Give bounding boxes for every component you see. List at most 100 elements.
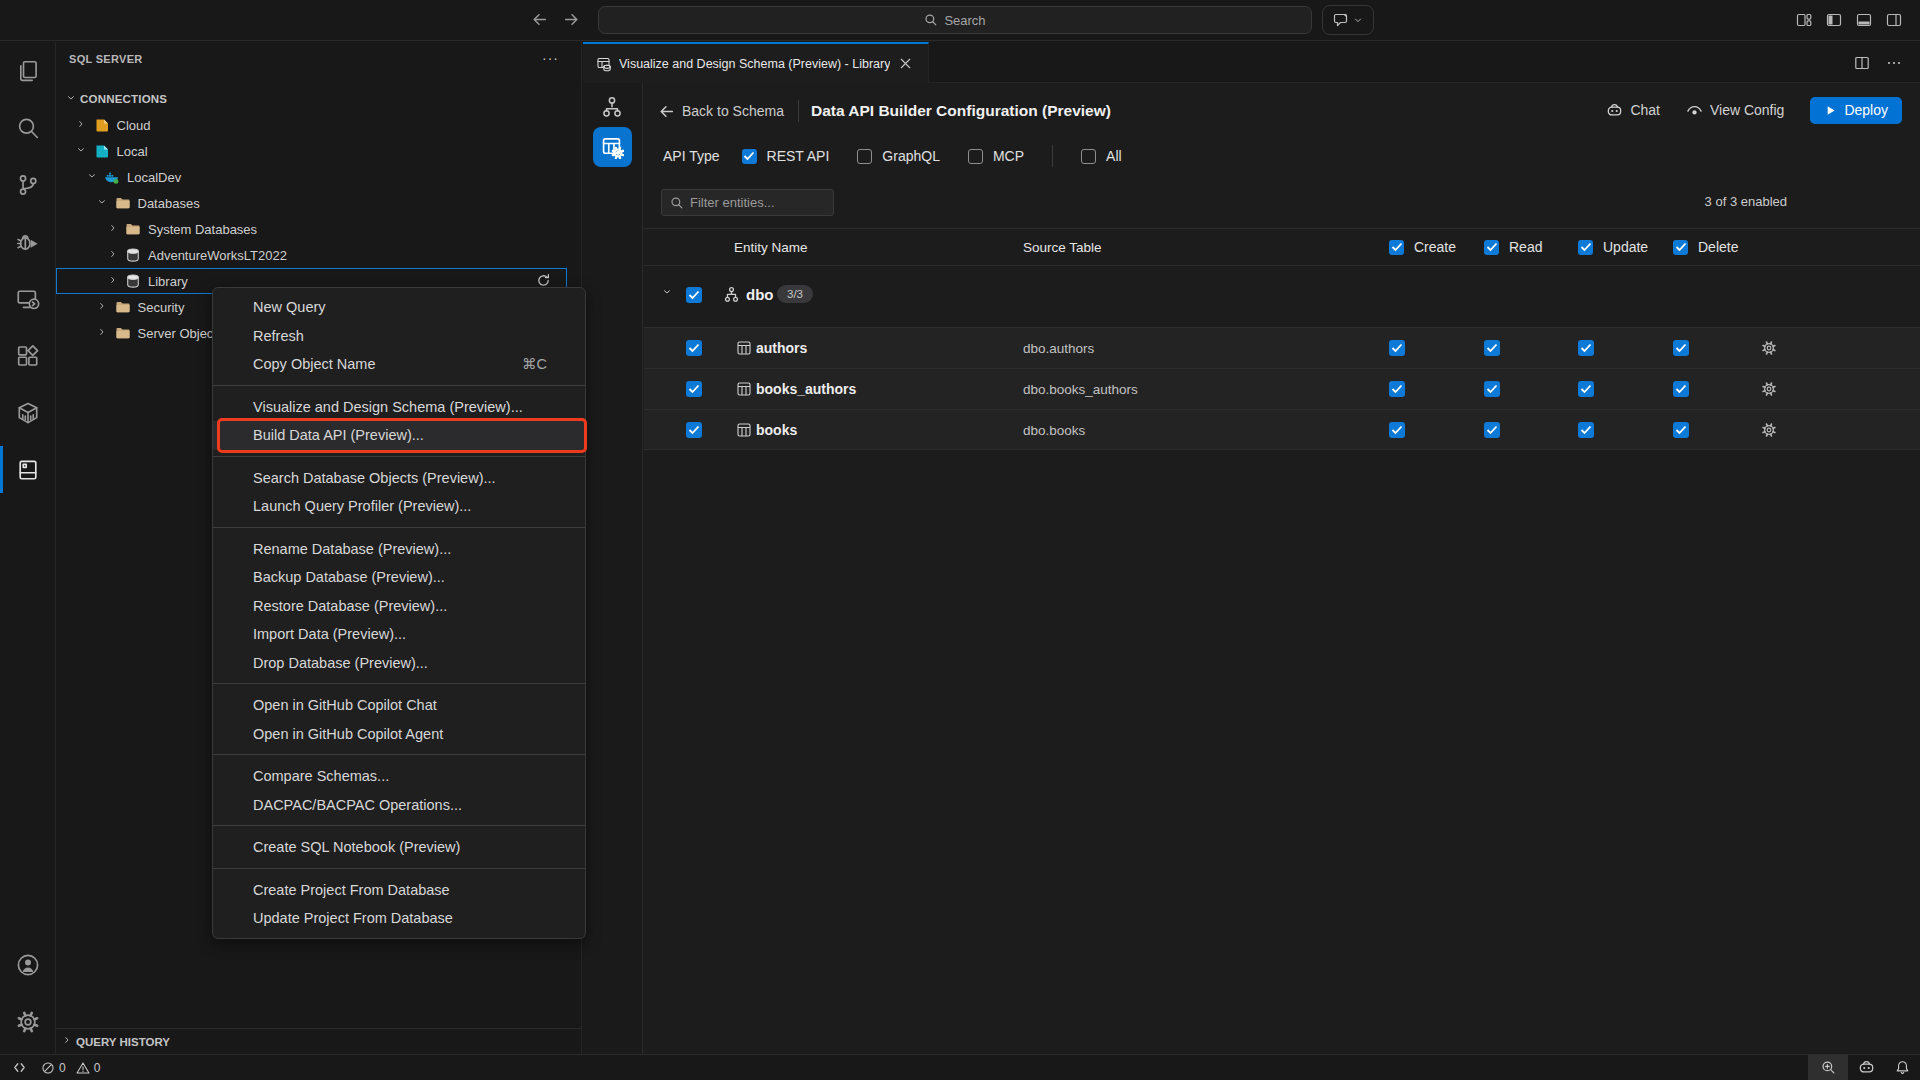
menu-item-compare-schemas[interactable]: Compare Schemas... bbox=[213, 762, 585, 791]
toggle-panel-icon[interactable] bbox=[1856, 12, 1872, 28]
activity-files[interactable] bbox=[0, 42, 55, 99]
view-config-button[interactable]: View Config bbox=[1686, 102, 1784, 119]
entity-row-authors[interactable]: authorsdbo.authors bbox=[644, 327, 1920, 368]
schema-diagram-icon[interactable] bbox=[601, 96, 623, 118]
activity-run-debug[interactable] bbox=[0, 213, 55, 270]
copilot-chat-button[interactable] bbox=[1322, 5, 1374, 35]
checkbox[interactable] bbox=[1578, 422, 1594, 438]
checkbox[interactable] bbox=[1673, 422, 1689, 438]
remote-indicator-icon[interactable] bbox=[12, 1060, 27, 1075]
chevron-down-icon[interactable] bbox=[663, 288, 674, 299]
tab-visualize-design-schema[interactable]: Visualize and Design Schema (Preview) - … bbox=[583, 42, 929, 83]
tree-item-databases[interactable]: Databases bbox=[56, 190, 581, 216]
menu-item-open-in-github-copilot-agent[interactable]: Open in GitHub Copilot Agent bbox=[213, 720, 585, 749]
activity-settings-gear[interactable] bbox=[0, 993, 55, 1050]
row-settings-icon[interactable] bbox=[1761, 340, 1777, 356]
activity-extensions[interactable] bbox=[0, 327, 55, 384]
checkbox[interactable] bbox=[1389, 240, 1404, 255]
tree-item-system-databases[interactable]: System Databases bbox=[56, 216, 581, 242]
api-type-option-all[interactable]: All bbox=[1081, 148, 1122, 164]
checkbox[interactable] bbox=[1389, 340, 1405, 356]
checkbox[interactable] bbox=[1578, 340, 1594, 356]
checkbox[interactable] bbox=[857, 149, 872, 164]
toggle-sidebar-icon[interactable] bbox=[1826, 12, 1842, 28]
checkbox[interactable] bbox=[1673, 381, 1689, 397]
activity-sql-server[interactable] bbox=[0, 441, 55, 498]
tab-close-icon[interactable] bbox=[898, 56, 913, 71]
activity-search[interactable] bbox=[0, 99, 55, 156]
chat-button[interactable]: Chat bbox=[1606, 102, 1660, 119]
checkbox[interactable] bbox=[1673, 240, 1688, 255]
activity-source-control[interactable] bbox=[0, 156, 55, 213]
menu-item-create-sql-notebook-preview[interactable]: Create SQL Notebook (Preview) bbox=[213, 833, 585, 862]
menu-item-refresh[interactable]: Refresh bbox=[213, 322, 585, 351]
checkbox[interactable] bbox=[1081, 149, 1096, 164]
notifications-bell[interactable] bbox=[1884, 1055, 1920, 1080]
activity-containers[interactable] bbox=[0, 384, 55, 441]
checkbox[interactable] bbox=[1578, 240, 1593, 255]
checkbox[interactable] bbox=[1578, 381, 1594, 397]
row-settings-icon[interactable] bbox=[1761, 381, 1777, 397]
checkbox[interactable] bbox=[686, 340, 702, 356]
menu-item-create-project-from-database[interactable]: Create Project From Database bbox=[213, 876, 585, 905]
toggle-secondary-sidebar-icon[interactable] bbox=[1886, 12, 1902, 28]
menu-item-launch-query-profiler-preview[interactable]: Launch Query Profiler (Preview)... bbox=[213, 492, 585, 521]
menu-item-open-in-github-copilot-chat[interactable]: Open in GitHub Copilot Chat bbox=[213, 691, 585, 720]
api-type-option-graphql[interactable]: GraphQL bbox=[857, 148, 940, 164]
query-history-section[interactable]: QUERY HISTORY bbox=[56, 1028, 581, 1054]
group-checkbox[interactable] bbox=[686, 287, 702, 303]
menu-item-rename-database-preview[interactable]: Rename Database (Preview)... bbox=[213, 535, 585, 564]
menu-item-backup-database-preview[interactable]: Backup Database (Preview)... bbox=[213, 563, 585, 592]
op-header-update[interactable]: Update bbox=[1578, 229, 1648, 265]
api-type-option-mcp[interactable]: MCP bbox=[968, 148, 1024, 164]
customize-layout-icon[interactable] bbox=[1796, 12, 1812, 28]
tree-section-connections[interactable]: CONNECTIONS bbox=[56, 86, 581, 112]
checkbox[interactable] bbox=[686, 381, 702, 397]
activity-remote-explorer[interactable] bbox=[0, 270, 55, 327]
deploy-button[interactable]: Deploy bbox=[1810, 97, 1902, 124]
tree-item-adventureworkslt2022[interactable]: AdventureWorksLT2022 bbox=[56, 242, 581, 268]
tree-item-cloud[interactable]: Cloud bbox=[56, 112, 581, 138]
op-header-delete[interactable]: Delete bbox=[1673, 229, 1738, 265]
checkbox[interactable] bbox=[742, 149, 757, 164]
back-to-schema-button[interactable]: Back to Schema bbox=[658, 103, 784, 120]
checkbox[interactable] bbox=[1389, 422, 1405, 438]
checkbox[interactable] bbox=[1389, 381, 1405, 397]
refresh-icon[interactable] bbox=[536, 273, 551, 288]
tree-item-local[interactable]: Local bbox=[56, 138, 581, 164]
zoom-status-button[interactable] bbox=[1808, 1055, 1848, 1080]
data-api-builder-button[interactable] bbox=[593, 127, 632, 167]
checkbox[interactable] bbox=[1673, 340, 1689, 356]
menu-item-drop-database-preview[interactable]: Drop Database (Preview)... bbox=[213, 649, 585, 678]
copilot-status-button[interactable] bbox=[1848, 1055, 1884, 1080]
nav-back-icon[interactable] bbox=[531, 11, 548, 28]
menu-item-dacpac-bacpac-operations[interactable]: DACPAC/BACPAC Operations... bbox=[213, 791, 585, 820]
menu-item-search-database-objects-preview[interactable]: Search Database Objects (Preview)... bbox=[213, 464, 585, 493]
tree-item-localdev[interactable]: LocalDev bbox=[56, 164, 581, 190]
checkbox[interactable] bbox=[686, 422, 702, 438]
schema-group-row[interactable]: dbo 3/3 bbox=[644, 266, 1920, 324]
checkbox[interactable] bbox=[1484, 381, 1500, 397]
menu-item-import-data-preview[interactable]: Import Data (Preview)... bbox=[213, 620, 585, 649]
checkbox[interactable] bbox=[968, 149, 983, 164]
menu-item-restore-database-preview[interactable]: Restore Database (Preview)... bbox=[213, 592, 585, 621]
menu-item-new-query[interactable]: New Query bbox=[213, 293, 585, 322]
editor-more-actions-icon[interactable] bbox=[1886, 55, 1902, 71]
menu-item-build-data-api-preview[interactable]: Build Data API (Preview)... bbox=[213, 421, 585, 450]
nav-forward-icon[interactable] bbox=[563, 11, 580, 28]
activity-account[interactable] bbox=[0, 936, 55, 993]
checkbox[interactable] bbox=[1484, 422, 1500, 438]
op-header-create[interactable]: Create bbox=[1389, 229, 1456, 265]
filter-entities-input[interactable]: Filter entities... bbox=[661, 189, 834, 216]
menu-item-visualize-and-design-schema-preview[interactable]: Visualize and Design Schema (Preview)... bbox=[213, 393, 585, 422]
entity-row-books[interactable]: booksdbo.books bbox=[644, 409, 1920, 450]
api-type-option-rest-api[interactable]: REST API bbox=[742, 148, 830, 164]
op-header-read[interactable]: Read bbox=[1484, 229, 1542, 265]
menu-item-update-project-from-database[interactable]: Update Project From Database bbox=[213, 904, 585, 933]
split-editor-icon[interactable] bbox=[1854, 55, 1870, 71]
row-settings-icon[interactable] bbox=[1761, 422, 1777, 438]
checkbox[interactable] bbox=[1484, 340, 1500, 356]
problems-indicator[interactable]: 0 0 bbox=[41, 1061, 100, 1075]
checkbox[interactable] bbox=[1484, 240, 1499, 255]
sidebar-more-actions-icon[interactable]: ··· bbox=[542, 50, 559, 66]
